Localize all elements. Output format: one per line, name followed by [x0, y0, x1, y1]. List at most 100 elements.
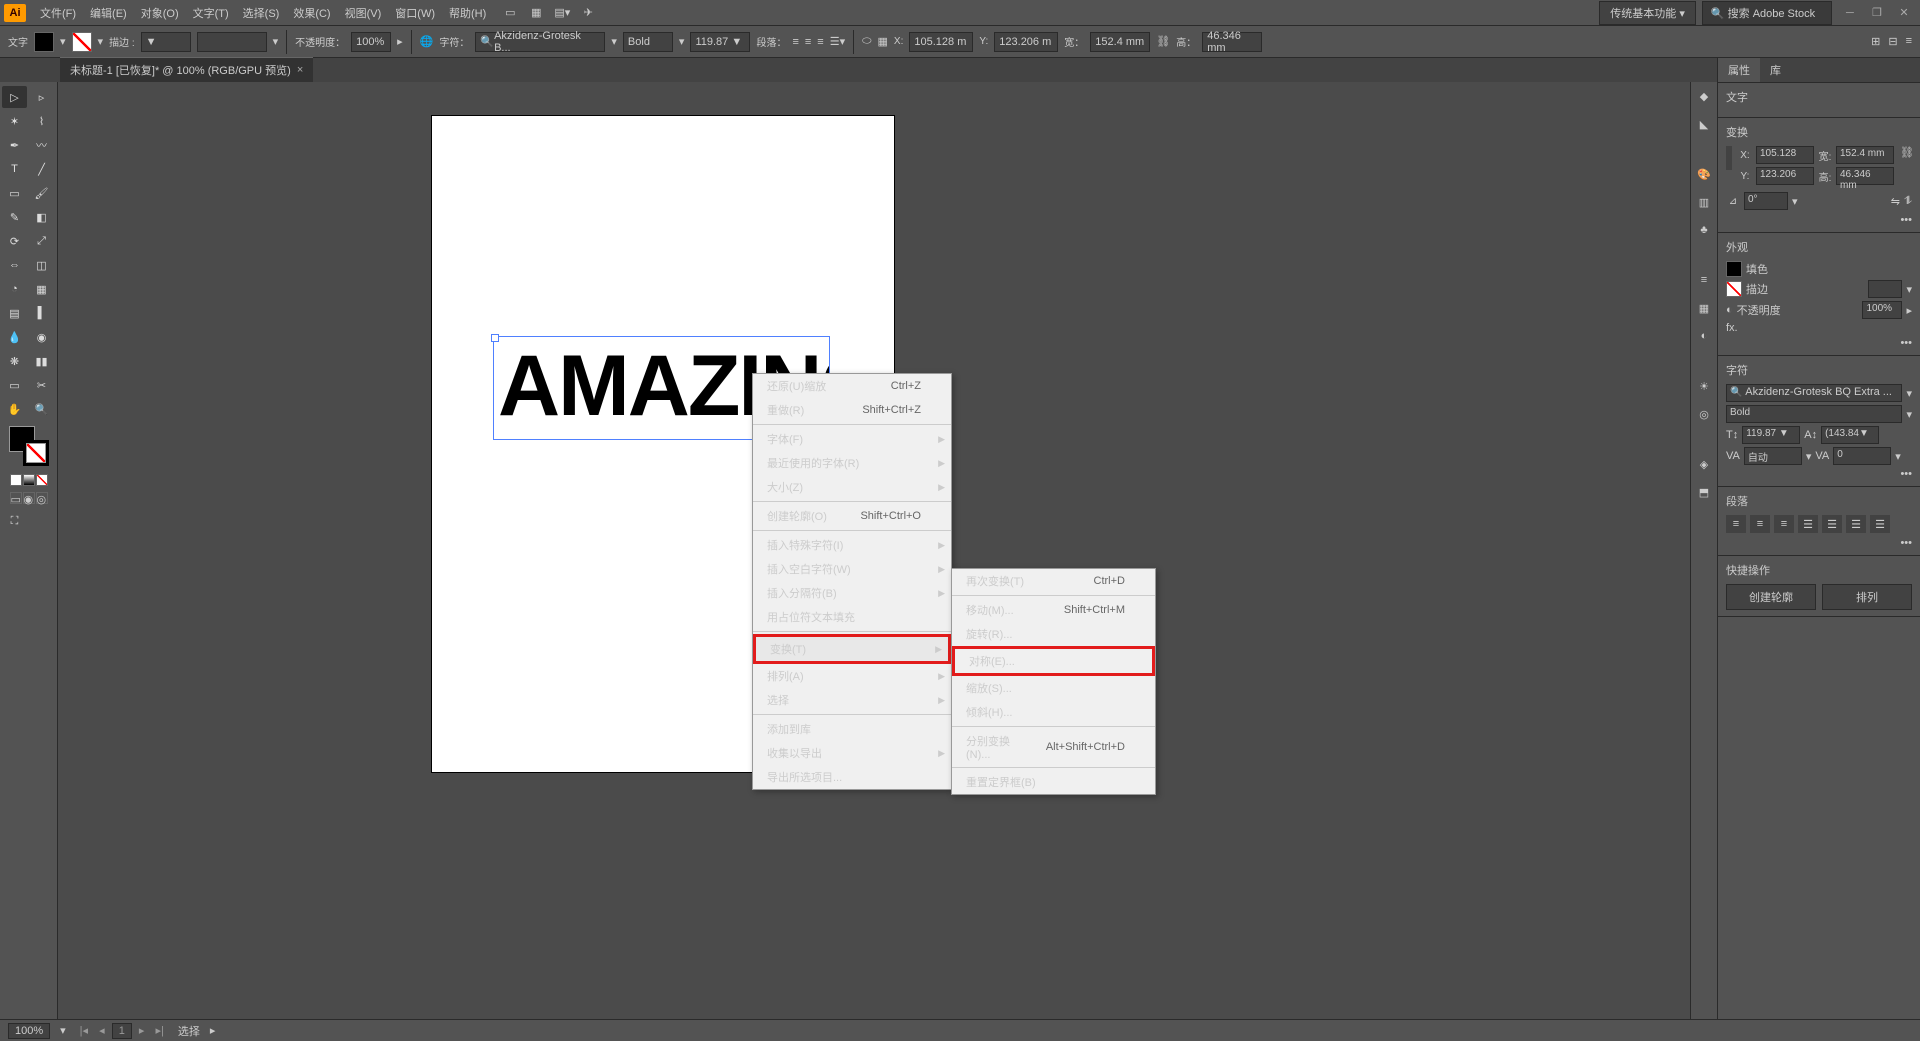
prop-y[interactable]: 123.206 [1756, 167, 1814, 185]
menu-edit[interactable]: 编辑(E) [84, 2, 133, 24]
type-tool[interactable]: T [2, 158, 27, 180]
ctx-item[interactable]: 收集以导出 [753, 741, 951, 765]
screen-mode[interactable]: ▭ [10, 492, 22, 504]
prop-weight[interactable]: Bold [1726, 405, 1902, 423]
scale-tool[interactable]: ⤢ [29, 230, 54, 252]
ctx-item[interactable]: 创建轮廓(O)Shift+Ctrl+O [753, 504, 951, 528]
libraries-icon[interactable]: ◣ [1694, 114, 1714, 134]
stroke-weight[interactable]: ▼ [141, 32, 191, 52]
h-field[interactable]: 46.346 mm [1202, 32, 1262, 52]
brush-tool[interactable]: 🖌 [29, 182, 54, 204]
first-icon[interactable]: |◂ [76, 1025, 92, 1037]
shape-builder-tool[interactable]: ◔ [2, 278, 27, 300]
panel-icon[interactable]: ⊟ [1888, 35, 1897, 48]
quick-arrange-btn[interactable]: 排列 [1822, 584, 1912, 610]
font-family[interactable]: 🔍 Akzidenz-Grotesk B... [475, 32, 605, 52]
gradient-panel-icon[interactable]: ▦ [1694, 298, 1714, 318]
next-icon[interactable]: ▸ [135, 1025, 149, 1037]
colorguide-icon[interactable]: ▥ [1694, 192, 1714, 212]
ctx-item[interactable]: 字体(F) [753, 427, 951, 451]
para-align-left[interactable]: ≡ [1726, 515, 1746, 533]
tab-libraries[interactable]: 库 [1760, 58, 1791, 82]
artboard-tool[interactable]: ▭ [2, 374, 27, 396]
fill-swatch[interactable] [34, 32, 54, 52]
none-mode[interactable] [36, 474, 48, 486]
prop-stroke-swatch[interactable] [1726, 281, 1742, 297]
magic-wand-tool[interactable]: ✶ [2, 110, 27, 132]
last-icon[interactable]: ▸| [152, 1025, 168, 1037]
draw-mode[interactable]: ◎ [36, 492, 48, 504]
gradient-tool[interactable]: ▌ [29, 302, 54, 324]
pen-tool[interactable]: ✒ [2, 134, 27, 156]
zoom-tool[interactable]: 🔍 [29, 398, 54, 420]
stock-search[interactable]: 🔍 搜索 Adobe Stock [1702, 1, 1832, 25]
ctx-item[interactable]: 插入分隔符(B) [753, 581, 951, 605]
send-icon[interactable]: ✈ [580, 5, 596, 21]
prefs-icon[interactable]: ⊞ [1871, 35, 1880, 48]
lasso-tool[interactable]: ⌇ [29, 110, 54, 132]
flip-h-icon[interactable]: ⇋ [1891, 195, 1900, 208]
status-arrow-icon[interactable]: ▸ [210, 1024, 216, 1037]
direct-select-tool[interactable]: ▹ [29, 86, 54, 108]
selection-tool[interactable]: ▷ [2, 86, 27, 108]
blend-tool[interactable]: ◉ [29, 326, 54, 348]
stroke-icon[interactable]: ≡ [1694, 270, 1714, 290]
curvature-tool[interactable]: 〰 [29, 134, 54, 156]
maximize-icon[interactable]: ❐ [1865, 3, 1889, 21]
prop-angle[interactable]: 0° [1744, 192, 1788, 210]
align-right-icon[interactable]: ≡ [817, 36, 823, 48]
graph-tool[interactable]: ▮▮ [29, 350, 54, 372]
symbol-spray-tool[interactable]: ❋ [2, 350, 27, 372]
menu-effect[interactable]: 效果(C) [287, 2, 336, 24]
ctx-item[interactable]: 分别变换(N)...Alt+Shift+Ctrl+D [952, 729, 1155, 765]
menu-help[interactable]: 帮助(H) [443, 2, 492, 24]
close-icon[interactable]: ✕ [1892, 3, 1916, 21]
ctx-item[interactable]: 对称(E)... [952, 646, 1155, 676]
prop-fill-swatch[interactable] [1726, 261, 1742, 277]
brush-def[interactable] [197, 32, 267, 52]
color-icon[interactable]: 🎨 [1694, 164, 1714, 184]
tab-close-icon[interactable]: × [297, 64, 303, 76]
more-opts-icon-2[interactable]: ••• [1726, 337, 1912, 349]
quick-outline-btn[interactable]: 创建轮廓 [1726, 584, 1816, 610]
edit-mode[interactable]: ◉ [23, 492, 35, 504]
menu-type[interactable]: 文字(T) [187, 2, 235, 24]
mesh-tool[interactable]: ▤ [2, 302, 27, 324]
appearance-icon[interactable]: ☀ [1694, 376, 1714, 396]
ctx-item[interactable]: 再次变换(T)Ctrl+D [952, 569, 1155, 593]
gradient-mode[interactable] [23, 474, 35, 486]
asset-export-icon[interactable]: ⬒ [1694, 482, 1714, 502]
para-align-right[interactable]: ≡ [1774, 515, 1794, 533]
ctx-item[interactable]: 添加到库 [753, 717, 951, 741]
slice-tool[interactable]: ✂ [29, 374, 54, 396]
y-field[interactable]: 123.206 m [994, 32, 1058, 52]
ctx-item[interactable]: 插入空白字符(W) [753, 557, 951, 581]
ctx-item[interactable]: 变换(T) [753, 634, 951, 664]
properties-icon[interactable]: ◆ [1694, 86, 1714, 106]
para-align-center[interactable]: ≡ [1750, 515, 1770, 533]
screenmode-tool[interactable]: ⛶ [2, 510, 27, 532]
prop-font[interactable]: 🔍 Akzidenz-Grotesk BQ Extra ... [1726, 384, 1902, 402]
ctx-item[interactable]: 导出所选项目... [753, 765, 951, 789]
workspace-switcher[interactable]: 传统基本功能 ▾ [1599, 1, 1696, 25]
swatches-icon[interactable]: ♣ [1694, 220, 1714, 240]
minimize-icon[interactable]: ─ [1838, 4, 1862, 22]
ctx-item[interactable]: 用占位符文本填充 [753, 605, 951, 629]
menu-object[interactable]: 对象(O) [135, 2, 185, 24]
fx-label[interactable]: fx. [1726, 322, 1738, 334]
eyedropper-tool[interactable]: 💧 [2, 326, 27, 348]
align-center-icon[interactable]: ≡ [805, 36, 811, 48]
ctx-item[interactable]: 缩放(S)... [952, 676, 1155, 700]
width-tool[interactable]: ⇔ [2, 254, 27, 276]
free-transform-tool[interactable]: ◫ [29, 254, 54, 276]
color-mode[interactable] [10, 474, 22, 486]
link-wh-icon[interactable]: ⛓ [1900, 146, 1914, 188]
ctx-item[interactable]: 还原(U)缩放Ctrl+Z [753, 374, 951, 398]
menu-window[interactable]: 窗口(W) [389, 2, 441, 24]
ctx-item[interactable]: 插入特殊字符(I) [753, 533, 951, 557]
prop-kerning[interactable]: 自动 [1744, 447, 1802, 465]
ctx-item[interactable]: 重置定界框(B) [952, 770, 1155, 794]
shaper-tool[interactable]: ✎ [2, 206, 27, 228]
ctx-item[interactable]: 倾斜(H)... [952, 700, 1155, 724]
eraser-tool[interactable]: ◧ [29, 206, 54, 228]
